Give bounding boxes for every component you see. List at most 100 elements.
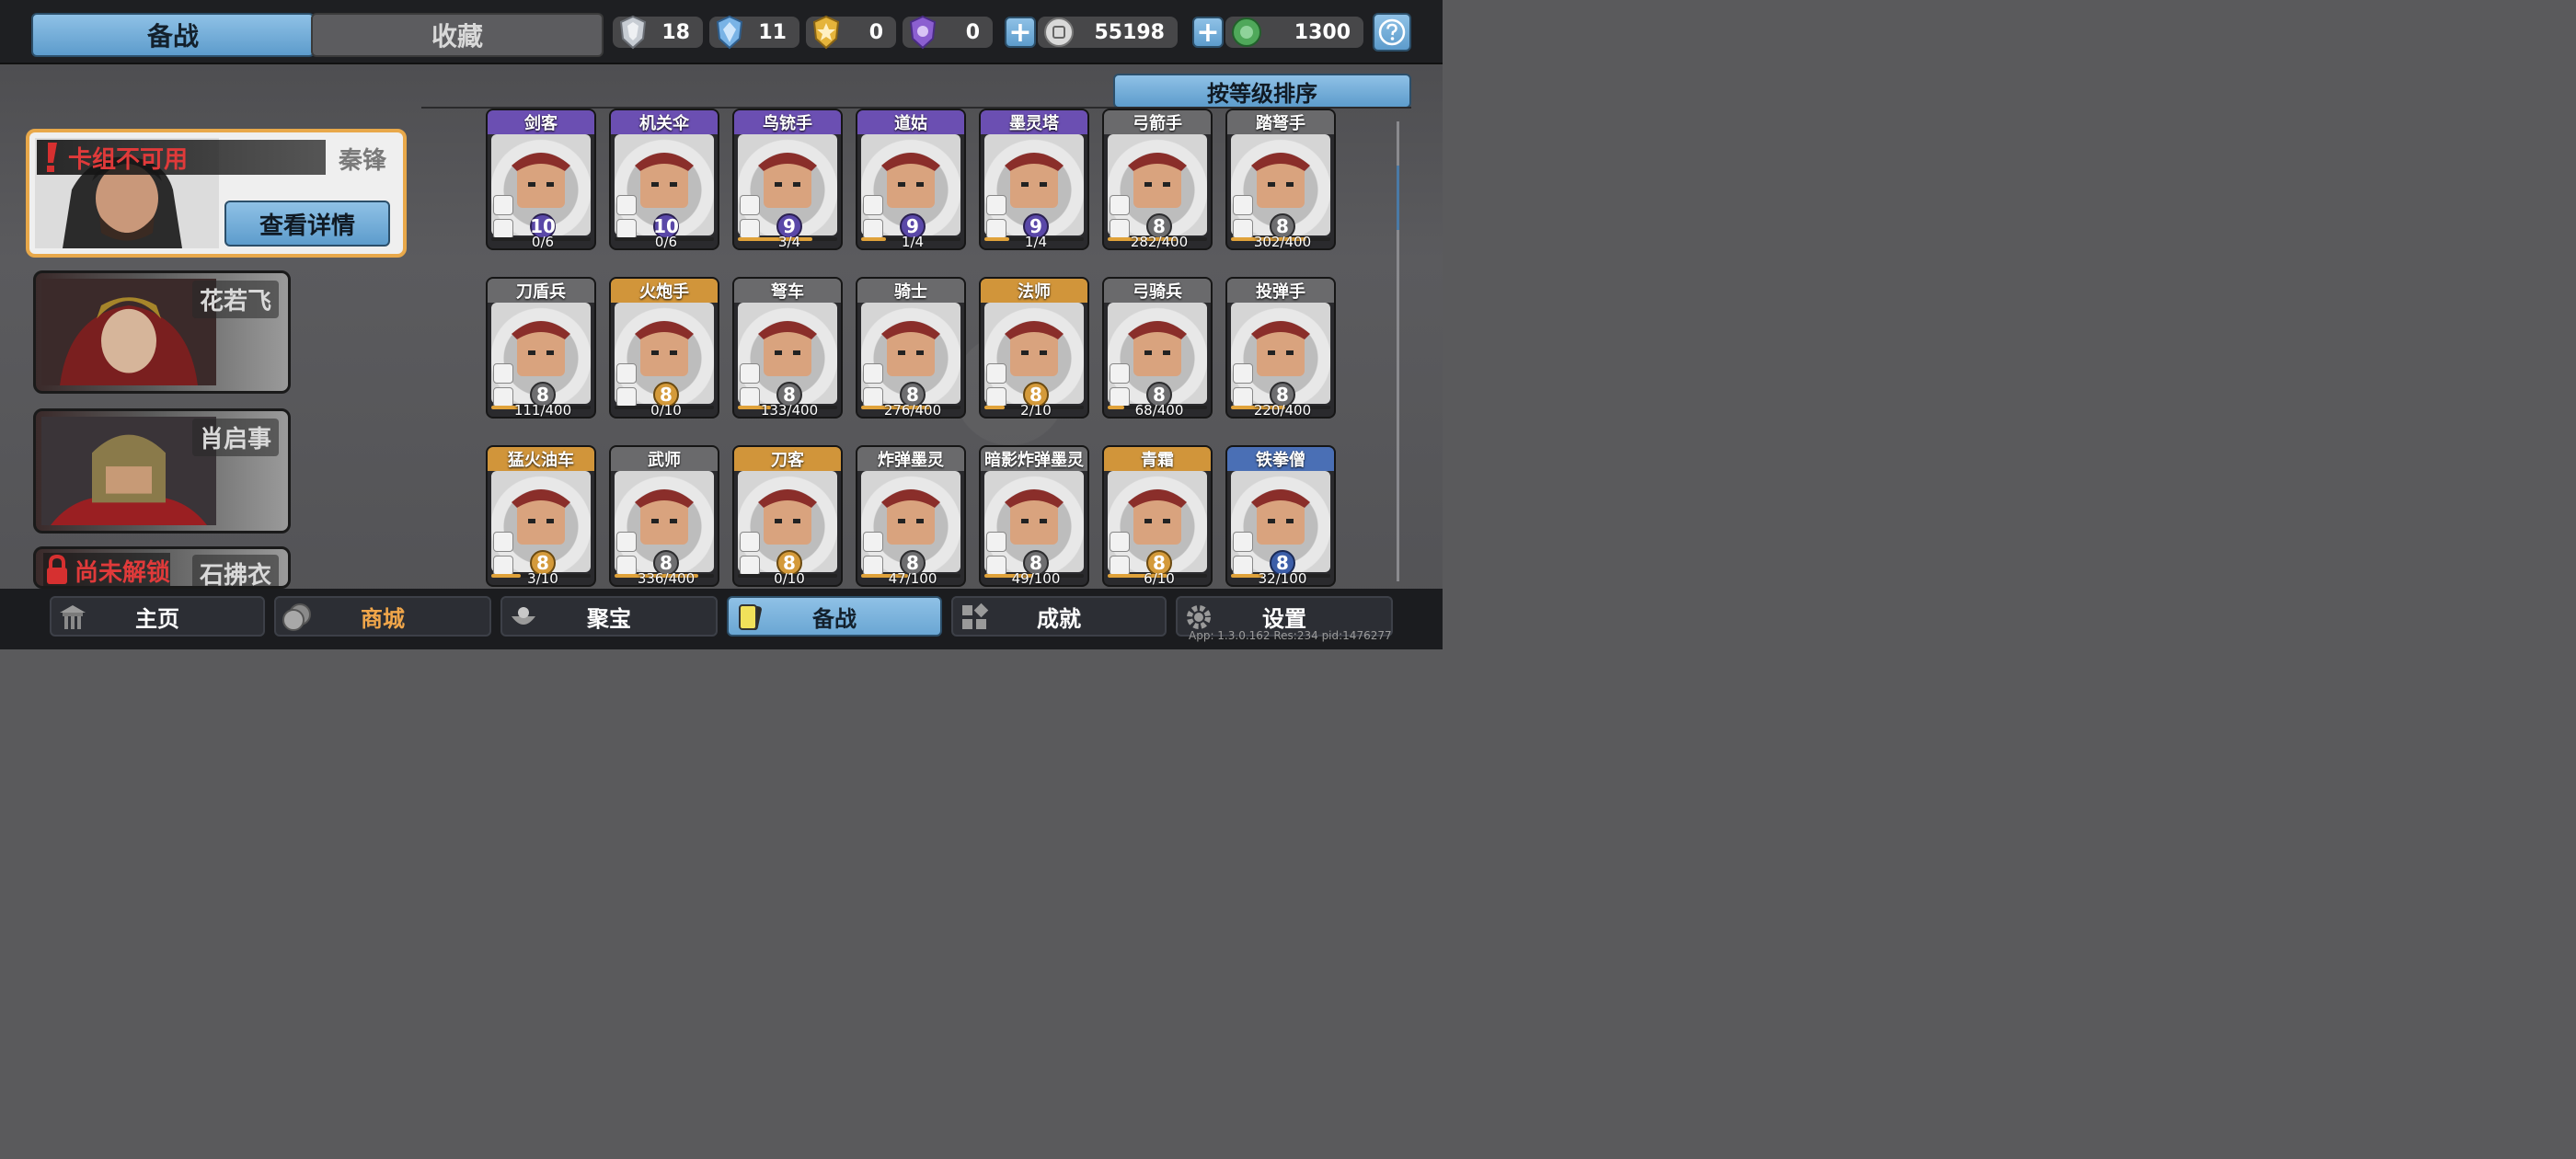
silver-shield-icon bbox=[619, 15, 647, 50]
tab-prepare[interactable]: 备战 bbox=[31, 13, 315, 57]
nav-home[interactable]: 主页 bbox=[50, 596, 265, 637]
unit-type-icon bbox=[1110, 363, 1130, 384]
unit-name: 剑客 bbox=[488, 110, 594, 134]
sort-by-level-button[interactable]: 按等级排序 bbox=[1113, 74, 1411, 109]
tab-collection[interactable]: 收藏 bbox=[311, 13, 604, 57]
unit-progress-text: 220/400 bbox=[1253, 402, 1312, 419]
add-silver-coin-button[interactable]: + bbox=[1005, 17, 1036, 49]
silver-coin-icon bbox=[1044, 17, 1074, 47]
resource-gold-badge: 0 bbox=[806, 15, 896, 50]
unit-progress-text: 68/400 bbox=[1134, 402, 1184, 419]
unit-card[interactable]: 鸟铳手 9 3/4 bbox=[732, 109, 843, 250]
unit-name: 骑士 bbox=[857, 279, 964, 303]
unit-progress-text: 1/4 bbox=[1024, 234, 1048, 250]
unit-progress-text: 0/10 bbox=[774, 570, 805, 587]
unit-card[interactable]: 投弹手 8 220/400 bbox=[1225, 277, 1336, 419]
unit-progress-text: 3/4 bbox=[777, 234, 801, 250]
unit-type-icon bbox=[616, 195, 637, 215]
deck-card-selected[interactable]: 卡组不可用 秦锋 查看详情 bbox=[26, 129, 407, 258]
unit-card[interactable]: 刀盾兵 8 111/400 bbox=[486, 277, 596, 419]
gold-badge-icon bbox=[812, 15, 840, 50]
nav-achievements[interactable]: 成就 bbox=[951, 596, 1167, 637]
resource-value: 55198 bbox=[1094, 20, 1165, 44]
gear-icon bbox=[1187, 605, 1211, 629]
nav-shop[interactable]: 商城 bbox=[274, 596, 491, 637]
unit-name: 刀盾兵 bbox=[488, 279, 594, 303]
add-jade-coin-button[interactable]: + bbox=[1192, 17, 1224, 49]
resource-silver-shield: 18 bbox=[613, 15, 703, 50]
unit-type-icon bbox=[740, 532, 760, 552]
lock-icon bbox=[47, 555, 67, 584]
blue-crystal-icon bbox=[716, 15, 743, 50]
unit-type-icon bbox=[740, 363, 760, 384]
deck-locked-label: 尚未解锁 bbox=[43, 553, 171, 586]
resource-value: 0 bbox=[965, 20, 980, 44]
unit-name: 暗影炸弹墨灵 bbox=[981, 447, 1087, 471]
nav-treasure[interactable]: 聚宝 bbox=[500, 596, 718, 637]
nav-label: 商城 bbox=[361, 605, 405, 632]
unit-progress-text: 276/400 bbox=[883, 402, 942, 419]
hero-name: 花若飞 bbox=[191, 281, 279, 318]
unit-card[interactable]: 踏弩手 8 302/400 bbox=[1225, 109, 1336, 250]
unit-card[interactable]: 青霜 8 6/10 bbox=[1102, 445, 1213, 587]
deck-card[interactable]: 肖启事 bbox=[33, 408, 291, 534]
resource-purple-gem: 0 bbox=[903, 15, 993, 50]
unit-name: 弩车 bbox=[734, 279, 841, 303]
unit-progress-text: 0/6 bbox=[654, 234, 678, 250]
unit-card[interactable]: 弓骑兵 8 68/400 bbox=[1102, 277, 1213, 419]
unit-progress-text: 6/10 bbox=[1144, 570, 1175, 587]
resource-value: 1300 bbox=[1294, 20, 1351, 44]
deck-card[interactable]: 花若飞 bbox=[33, 270, 291, 394]
unit-progress-text: 3/10 bbox=[527, 570, 558, 587]
unit-progress-text: 1/4 bbox=[901, 234, 925, 250]
unit-progress-text: 32/100 bbox=[1258, 570, 1307, 587]
resource-value: 0 bbox=[868, 20, 883, 44]
nav-prepare[interactable]: 备战 bbox=[727, 596, 942, 637]
unit-card[interactable]: 暗影炸弹墨灵 8 49/100 bbox=[979, 445, 1089, 587]
unit-progress-text: 336/400 bbox=[637, 570, 696, 587]
nav-label: 主页 bbox=[135, 605, 179, 632]
unit-card[interactable]: 刀客 8 0/10 bbox=[732, 445, 843, 587]
unit-card[interactable]: 法师 8 2/10 bbox=[979, 277, 1089, 419]
treasure-bowl-icon bbox=[512, 607, 535, 625]
unit-name: 青霜 bbox=[1104, 447, 1211, 471]
cards-icon bbox=[739, 603, 762, 631]
unit-name: 弓箭手 bbox=[1104, 110, 1211, 134]
unit-progress-text: 47/100 bbox=[888, 570, 937, 587]
hero-name: 秦锋 bbox=[338, 147, 386, 175]
unit-progress-text: 133/400 bbox=[760, 402, 819, 419]
unit-card[interactable]: 炸弹墨灵 8 47/100 bbox=[856, 445, 966, 587]
unit-name: 法师 bbox=[981, 279, 1087, 303]
unit-type-icon bbox=[1110, 532, 1130, 552]
unit-card[interactable]: 机关伞 10 0/6 bbox=[609, 109, 719, 250]
unit-card[interactable]: 铁拳僧 8 32/100 bbox=[1225, 445, 1336, 587]
unit-name: 投弹手 bbox=[1227, 279, 1334, 303]
unit-type-icon bbox=[493, 195, 513, 215]
resource-value: 18 bbox=[661, 20, 690, 44]
unit-type-icon bbox=[1233, 363, 1253, 384]
unit-type-icon bbox=[986, 532, 1006, 552]
unit-card[interactable]: 剑客 10 0/6 bbox=[486, 109, 596, 250]
unit-card[interactable]: 墨灵塔 9 1/4 bbox=[979, 109, 1089, 250]
hero-portrait bbox=[41, 417, 216, 525]
unit-type-icon bbox=[616, 363, 637, 384]
unit-card[interactable]: 弓箭手 8 282/400 bbox=[1102, 109, 1213, 250]
unit-type-icon bbox=[493, 363, 513, 384]
view-details-button[interactable]: 查看详情 bbox=[224, 201, 390, 247]
deck-card-locked[interactable]: 尚未解锁 石拂衣 bbox=[33, 546, 291, 589]
hero-portrait bbox=[41, 279, 216, 385]
unit-card[interactable]: 火炮手 8 0/10 bbox=[609, 277, 719, 419]
unit-name: 火炮手 bbox=[611, 279, 718, 303]
unit-type-icon bbox=[493, 532, 513, 552]
achievements-icon bbox=[962, 602, 989, 629]
unit-progress-text: 2/10 bbox=[1020, 402, 1052, 419]
version-info: App: 1.3.0.162 Res:234 pid:1476277 bbox=[1189, 629, 1392, 642]
unit-card[interactable]: 弩车 8 133/400 bbox=[732, 277, 843, 419]
help-button[interactable] bbox=[1373, 13, 1411, 52]
resource-silver-coin: 55198 bbox=[1038, 17, 1178, 48]
unit-card[interactable]: 骑士 8 276/400 bbox=[856, 277, 966, 419]
unit-card[interactable]: 武师 8 336/400 bbox=[609, 445, 719, 587]
unit-card[interactable]: 道姑 9 1/4 bbox=[856, 109, 966, 250]
scrollbar-thumb[interactable] bbox=[1397, 166, 1399, 230]
unit-card[interactable]: 猛火油车 8 3/10 bbox=[486, 445, 596, 587]
